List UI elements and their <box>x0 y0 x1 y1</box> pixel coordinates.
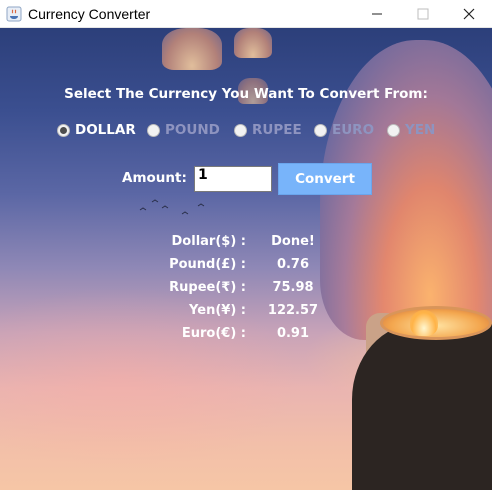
radio-dollar[interactable]: DOLLAR <box>57 122 136 138</box>
radio-label: DOLLAR <box>75 122 136 138</box>
radio-label: YEN <box>405 122 436 138</box>
window-title: Currency Converter <box>28 5 151 22</box>
result-value: Done! <box>271 234 315 249</box>
radio-pound[interactable]: POUND <box>147 122 220 138</box>
radio-label: EURO <box>332 122 375 138</box>
radio-unselected-icon <box>314 123 327 137</box>
radio-unselected-icon <box>387 123 400 137</box>
convert-button[interactable]: Convert <box>278 163 372 195</box>
flame-image <box>410 310 438 336</box>
maximize-icon <box>417 8 429 20</box>
birds-image <box>138 196 218 229</box>
result-label: Dollar($) : <box>171 234 246 249</box>
radio-unselected-icon <box>147 123 160 137</box>
lantern-image <box>234 28 272 58</box>
content-panel: Select The Currency You Want To Convert … <box>0 28 492 490</box>
result-label: Rupee(₹) : <box>169 280 246 295</box>
window-controls <box>354 0 492 28</box>
result-value: 0.76 <box>276 257 310 272</box>
maximize-button[interactable] <box>400 0 446 28</box>
result-value: 122.57 <box>267 303 319 318</box>
lantern-image <box>162 28 222 70</box>
result-label: Pound(£) : <box>169 257 246 272</box>
background-child-image <box>352 323 492 490</box>
result-label: Euro(€) : <box>181 326 246 341</box>
radio-yen[interactable]: YEN <box>387 122 435 138</box>
radio-rupee[interactable]: RUPEE <box>234 122 302 138</box>
title-bar: Currency Converter <box>0 0 492 28</box>
radio-euro[interactable]: EURO <box>314 122 374 138</box>
amount-label: Amount: <box>122 170 187 186</box>
radio-label: POUND <box>165 122 220 138</box>
result-value: 0.91 <box>276 326 310 341</box>
instruction-heading: Select The Currency You Want To Convert … <box>64 86 428 102</box>
java-app-icon <box>6 6 22 22</box>
close-icon <box>463 8 475 20</box>
result-value: 75.98 <box>272 280 314 295</box>
amount-input[interactable]: 1 <box>194 166 272 192</box>
close-button[interactable] <box>446 0 492 28</box>
minimize-button[interactable] <box>354 0 400 28</box>
result-label: Yen(¥) : <box>189 303 246 318</box>
radio-label: RUPEE <box>252 122 302 138</box>
minimize-icon <box>372 13 382 15</box>
radio-selected-icon <box>57 123 70 137</box>
radio-unselected-icon <box>234 123 247 137</box>
